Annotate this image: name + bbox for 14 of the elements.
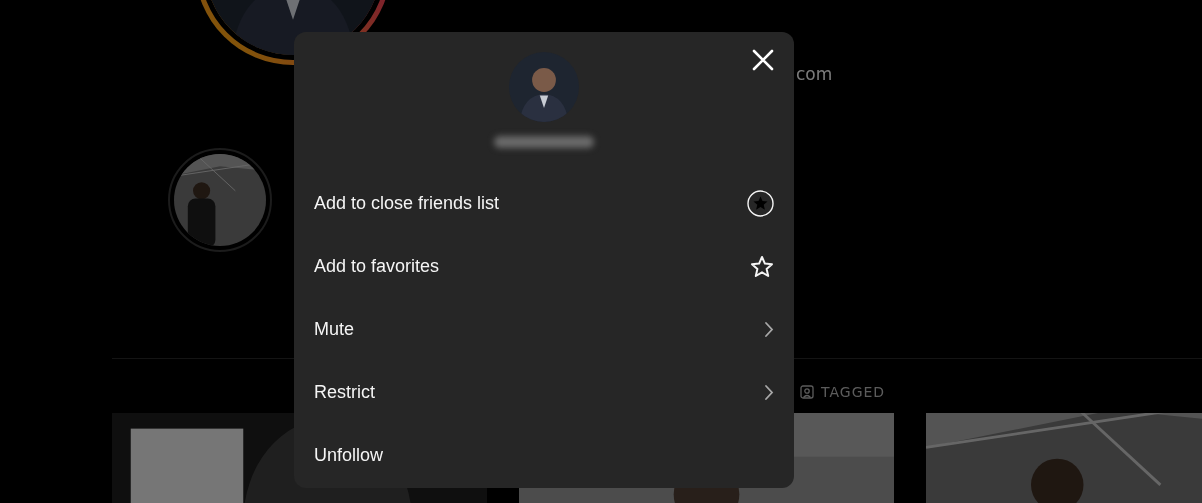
star-circle-icon <box>747 190 774 217</box>
chevron-icon <box>764 321 774 338</box>
close-icon <box>752 49 774 71</box>
chevron-icon <box>764 384 774 401</box>
story-highlight[interactable] <box>168 148 272 252</box>
menu-item[interactable]: Mute <box>294 298 794 361</box>
star-icon <box>750 254 774 279</box>
close-button[interactable] <box>752 49 774 71</box>
menu-item[interactable]: Add to favorites <box>294 235 794 298</box>
menu-item[interactable]: Add to close friends list <box>294 172 794 235</box>
website-link[interactable]: com <box>796 64 833 86</box>
menu-item[interactable]: Unfollow <box>294 424 794 487</box>
person-tag-icon <box>800 385 814 399</box>
menu-item[interactable]: Restrict <box>294 361 794 424</box>
